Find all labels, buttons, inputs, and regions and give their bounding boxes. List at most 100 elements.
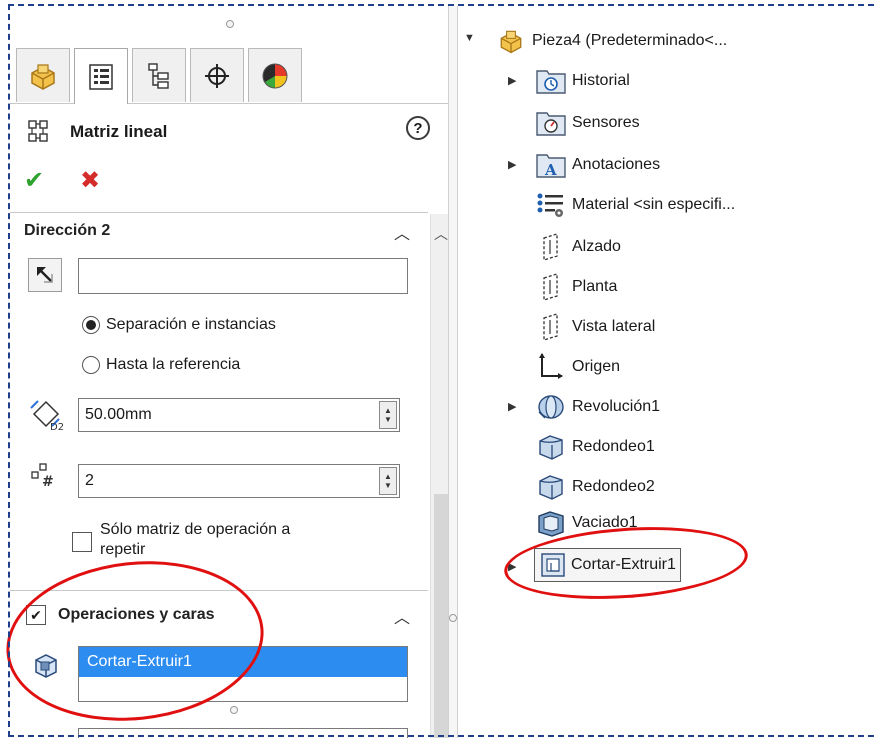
tab-display-manager[interactable] <box>248 48 302 102</box>
spacing-input[interactable]: 50.00mm ▲ ▼ <box>78 398 400 432</box>
collapsed-arrow-icon[interactable]: ▶ <box>508 74 516 87</box>
plane-icon <box>543 273 558 301</box>
ok-button[interactable]: ✔ <box>24 166 44 195</box>
tree-item-fillet2[interactable]: Redondeo2 <box>534 470 655 504</box>
radio-spacing-instances[interactable]: Separación e instancias <box>82 316 276 334</box>
tree-item-label: Historial <box>572 72 630 89</box>
group-divider <box>10 590 428 591</box>
only-seed-label-line1: Sólo matriz de operación a <box>100 521 291 538</box>
expand-arrow-icon[interactable]: ▼ <box>464 32 475 44</box>
cut-extrude-icon <box>541 553 565 577</box>
collapsed-arrow-icon[interactable]: ▶ <box>508 158 516 171</box>
features-list-item[interactable]: Cortar-Extruir1 <box>79 647 407 677</box>
collapsed-arrow-icon[interactable]: ▶ <box>508 400 516 413</box>
instances-value: 2 <box>85 472 94 489</box>
property-manager-header <box>10 104 448 214</box>
tree-item-shell[interactable]: Vaciado1 <box>534 506 638 540</box>
direction-reference-button[interactable] <box>28 258 62 292</box>
cancel-button[interactable]: ✖ <box>80 166 100 195</box>
tree-item-label: Anotaciones <box>572 156 661 173</box>
panel-splitter[interactable] <box>448 6 458 738</box>
only-seed-label-line2: repetir <box>100 541 146 558</box>
tree-item-label: Origen <box>572 358 621 375</box>
tree-item-fillet1[interactable]: Redondeo1 <box>534 430 655 464</box>
tree-item-annotations[interactable]: A Anotaciones <box>534 148 660 182</box>
tree-item-material[interactable]: Material <sin especifi... <box>534 188 735 222</box>
dimxpert-icon <box>205 63 229 88</box>
property-manager-icon <box>89 63 113 90</box>
header-divider <box>10 212 428 213</box>
direction2-title: Dirección 2 <box>24 222 111 239</box>
display-manager-icon <box>262 63 288 88</box>
scroll-thumb[interactable] <box>434 494 448 738</box>
direction-reference-field[interactable] <box>78 258 408 294</box>
tree-item-label: Vista lateral <box>572 318 656 335</box>
spacing-value: 50.00mm <box>85 406 152 423</box>
shell-icon <box>538 511 564 537</box>
direction2-collapse-icon[interactable]: ︿ <box>394 220 410 244</box>
splitter-grip[interactable] <box>449 614 457 622</box>
tree-item-origin[interactable]: Origen <box>534 350 620 384</box>
radio-spacing-label: Separación e instancias <box>106 316 276 333</box>
tree-item-label: Redondeo1 <box>572 438 655 455</box>
only-seed-label: Sólo matriz de operación a repetir <box>100 520 290 560</box>
configuration-manager-icon <box>148 62 169 89</box>
spacing-stepper[interactable]: ▲ ▼ <box>379 401 397 429</box>
tree-item-label: Cortar-Extruir1 <box>571 556 676 573</box>
tree-item-right-plane[interactable]: Vista lateral <box>534 310 655 344</box>
tab-dimxpert-manager[interactable] <box>190 48 244 102</box>
svg-text:D2: D2 <box>50 422 64 432</box>
scroll-up-icon[interactable]: ︿ <box>434 224 448 244</box>
faces-list[interactable] <box>78 728 408 738</box>
part-icon <box>31 63 55 90</box>
property-manager-panel: Matriz lineal ? ✔ ✖ Dirección 2 ︿ Separa… <box>10 6 448 738</box>
tree-item-history[interactable]: Historial <box>534 64 630 98</box>
tree-item-label: Sensores <box>572 114 640 131</box>
instances-stepper[interactable]: ▲ ▼ <box>379 467 397 495</box>
tree-item-sensors[interactable]: Sensores <box>534 106 640 140</box>
tree-item-cut-extrude[interactable]: Cortar-Extruir1 <box>534 548 681 582</box>
tree-item-front-plane[interactable]: Alzado <box>534 230 621 264</box>
tree-item-top-plane[interactable]: Planta <box>534 270 617 304</box>
radio-dot <box>82 356 100 374</box>
instances-input[interactable]: 2 ▲ ▼ <box>78 464 400 498</box>
material-icon <box>537 193 563 217</box>
tree-item-label: Alzado <box>572 238 621 255</box>
tree-item-part[interactable]: Pieza4 (Predeterminado<... <box>494 24 727 58</box>
page-title: Matriz lineal <box>70 122 168 141</box>
features-list[interactable]: Cortar-Extruir1 <box>78 646 408 702</box>
radio-reference-label: Hasta la referencia <box>106 356 241 373</box>
tree-item-label: Pieza4 (Predeterminado<... <box>532 32 728 49</box>
instances-icon: # <box>31 463 54 490</box>
svg-text:A: A <box>544 161 557 179</box>
collapsed-arrow-icon[interactable]: ▶ <box>508 560 516 573</box>
manager-tabbar <box>10 46 448 104</box>
tab-property-manager[interactable] <box>74 48 128 104</box>
list-resize-grip[interactable] <box>230 706 238 714</box>
property-manager-scrollbar[interactable]: ︿ <box>430 214 448 738</box>
part-icon <box>500 30 522 54</box>
radio-up-to-reference[interactable]: Hasta la referencia <box>82 356 240 374</box>
panel-grip[interactable] <box>226 20 234 28</box>
tree-item-revolve[interactable]: Revolución1 <box>534 390 660 424</box>
plane-icon <box>543 313 558 341</box>
features-faces-collapse-icon[interactable]: ︿ <box>394 604 410 628</box>
help-icon[interactable]: ? <box>406 116 430 140</box>
plane-icon <box>543 233 558 261</box>
revolve-icon <box>538 395 564 419</box>
svg-text:#: # <box>42 474 54 490</box>
sensors-folder-icon <box>536 112 566 136</box>
radio-dot-selected <box>82 316 100 334</box>
feature-tree: ▼ Pieza4 (Predeterminado<... ▶ Historial <box>458 6 877 738</box>
only-seed-checkbox[interactable] <box>72 532 92 552</box>
fillet-icon <box>539 475 563 500</box>
features-faces-checkbox[interactable]: ✔ <box>26 605 46 625</box>
tree-item-label: Material <sin especifi... <box>572 196 736 213</box>
tree-item-label: Redondeo2 <box>572 478 655 495</box>
tab-feature-manager[interactable] <box>16 48 70 102</box>
spacing-icon: D2 <box>30 400 64 432</box>
features-faces-title: Operaciones y caras <box>58 606 215 623</box>
annotations-folder-icon: A <box>536 154 566 179</box>
features-to-pattern-icon <box>35 654 57 678</box>
tab-configuration-manager[interactable] <box>132 48 186 102</box>
